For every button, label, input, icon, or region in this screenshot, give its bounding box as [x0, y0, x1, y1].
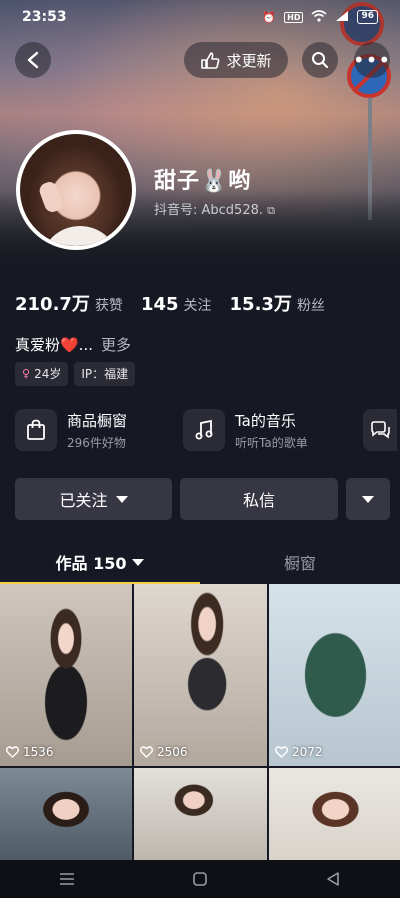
- video-tile[interactable]: [134, 768, 267, 860]
- action-buttons: 已关注 私信: [15, 478, 390, 520]
- status-bar: 23:53 ⏰ HD 96: [0, 0, 400, 34]
- caret-down-icon: [362, 495, 374, 503]
- followed-label: 已关注: [59, 491, 108, 510]
- tile-likes-count: 2506: [157, 745, 188, 759]
- music-card[interactable]: Ta的音乐 听听Ta的歌单: [183, 406, 355, 454]
- stat-followers-num: 15.3万: [229, 294, 292, 315]
- signal-icon: [335, 10, 349, 25]
- video-grid: 1536 2506 2072: [0, 584, 400, 860]
- alarm-icon: ⏰: [262, 10, 277, 24]
- tile-likes: 1536: [6, 745, 54, 759]
- status-icons: ⏰ HD 96: [262, 9, 378, 25]
- ip-label: IP：福建: [81, 367, 129, 381]
- avatar-hand: [37, 179, 65, 215]
- heart-outline-icon: [140, 746, 153, 758]
- tab-showcase-label: 橱窗: [283, 554, 316, 573]
- shop-window-title: 商品橱窗: [67, 411, 128, 430]
- caret-down-icon: [132, 558, 145, 566]
- profile-tabs: 作品 150 橱窗: [0, 540, 400, 584]
- shop-window-sub: 296件好物: [67, 435, 126, 450]
- music-sub: 听听Ta的歌单: [235, 435, 308, 450]
- heart-outline-icon: [275, 746, 288, 758]
- shop-window-card[interactable]: 商品橱窗 296件好物: [15, 406, 175, 454]
- video-tile[interactable]: [269, 768, 400, 860]
- caret-down-icon: [115, 495, 128, 503]
- tile-likes: 2072: [275, 745, 323, 759]
- chat-bubble-icon: [363, 409, 397, 451]
- home-button[interactable]: [180, 864, 220, 894]
- more-button[interactable]: •••: [352, 42, 392, 78]
- hd-icon: HD: [284, 11, 304, 23]
- age-tag: ♀ 24岁: [15, 362, 69, 386]
- request-update-label: 求更新: [226, 51, 272, 70]
- avatar[interactable]: [16, 130, 136, 250]
- profile-name: 甜子🐰哟: [154, 169, 252, 194]
- back-button[interactable]: [15, 42, 51, 78]
- tab-works[interactable]: 作品 150: [0, 540, 200, 584]
- profile-stats: 210.7万 获赞 145 关注 15.3万 粉丝: [15, 290, 325, 316]
- video-tile[interactable]: 2506: [134, 584, 267, 766]
- stat-likes-num: 210.7万: [15, 294, 90, 315]
- shopping-bag-icon: [15, 409, 57, 451]
- followed-button[interactable]: 已关注: [15, 478, 172, 520]
- music-note-icon: [183, 409, 225, 451]
- tab-works-label: 作品 150: [55, 554, 127, 573]
- tile-likes-count: 1536: [23, 745, 54, 759]
- system-nav-bar: [0, 860, 400, 898]
- bio: 真爱粉❤️... 更多: [15, 334, 131, 355]
- feature-cards: 商品橱窗 296件好物 Ta的音乐 听听Ta的歌单: [15, 406, 397, 454]
- recommend-toggle-button[interactable]: [346, 478, 390, 520]
- bio-more-link[interactable]: 更多: [101, 334, 131, 355]
- request-update-button[interactable]: 求更新: [184, 42, 288, 78]
- battery-icon: 96: [357, 10, 378, 24]
- back-nav-button[interactable]: [313, 864, 353, 894]
- music-title: Ta的音乐: [235, 411, 296, 430]
- bio-text: 真爱粉❤️...: [15, 336, 93, 354]
- tile-likes: 2506: [140, 745, 188, 759]
- menu-lines-icon: [59, 873, 74, 885]
- stat-followers[interactable]: 15.3万 粉丝: [230, 290, 325, 316]
- square-home-icon: [193, 872, 207, 886]
- message-button[interactable]: 私信: [180, 478, 338, 520]
- profile-tags: ♀ 24岁 IP：福建: [15, 362, 136, 386]
- stat-likes[interactable]: 210.7万 获赞: [15, 290, 123, 316]
- wifi-icon: [311, 9, 327, 25]
- heart-outline-icon: [6, 746, 19, 758]
- triangle-back-icon: [327, 872, 340, 886]
- chevron-left-icon: [27, 51, 39, 69]
- stat-following-label: 关注: [183, 298, 212, 314]
- video-tile[interactable]: 2072: [269, 584, 400, 766]
- recents-button[interactable]: [47, 864, 87, 894]
- status-time: 23:53: [22, 9, 67, 25]
- message-label: 私信: [242, 491, 275, 510]
- ip-tag: IP：福建: [74, 362, 136, 386]
- profile-handle[interactable]: 抖音号: Abcd528. ⧉: [154, 199, 275, 218]
- search-icon: [312, 52, 329, 69]
- copy-icon[interactable]: ⧉: [267, 204, 275, 217]
- video-tile[interactable]: 1536: [0, 584, 132, 766]
- stat-followers-label: 粉丝: [296, 298, 325, 314]
- tile-likes-count: 2072: [292, 745, 323, 759]
- stat-likes-label: 获赞: [94, 298, 123, 314]
- female-icon: ♀: [22, 367, 31, 380]
- video-tile[interactable]: [0, 768, 132, 860]
- age-label: 24岁: [34, 367, 62, 381]
- more-dots-icon: •••: [352, 48, 392, 72]
- search-button[interactable]: [302, 42, 338, 78]
- tab-showcase[interactable]: 橱窗: [200, 540, 400, 584]
- group-chat-card[interactable]: [363, 406, 397, 454]
- stat-following[interactable]: 145 关注: [141, 294, 212, 315]
- profile-handle-text: 抖音号: Abcd528.: [154, 203, 264, 218]
- hand-point-icon: [201, 52, 220, 69]
- stat-following-num: 145: [140, 294, 179, 315]
